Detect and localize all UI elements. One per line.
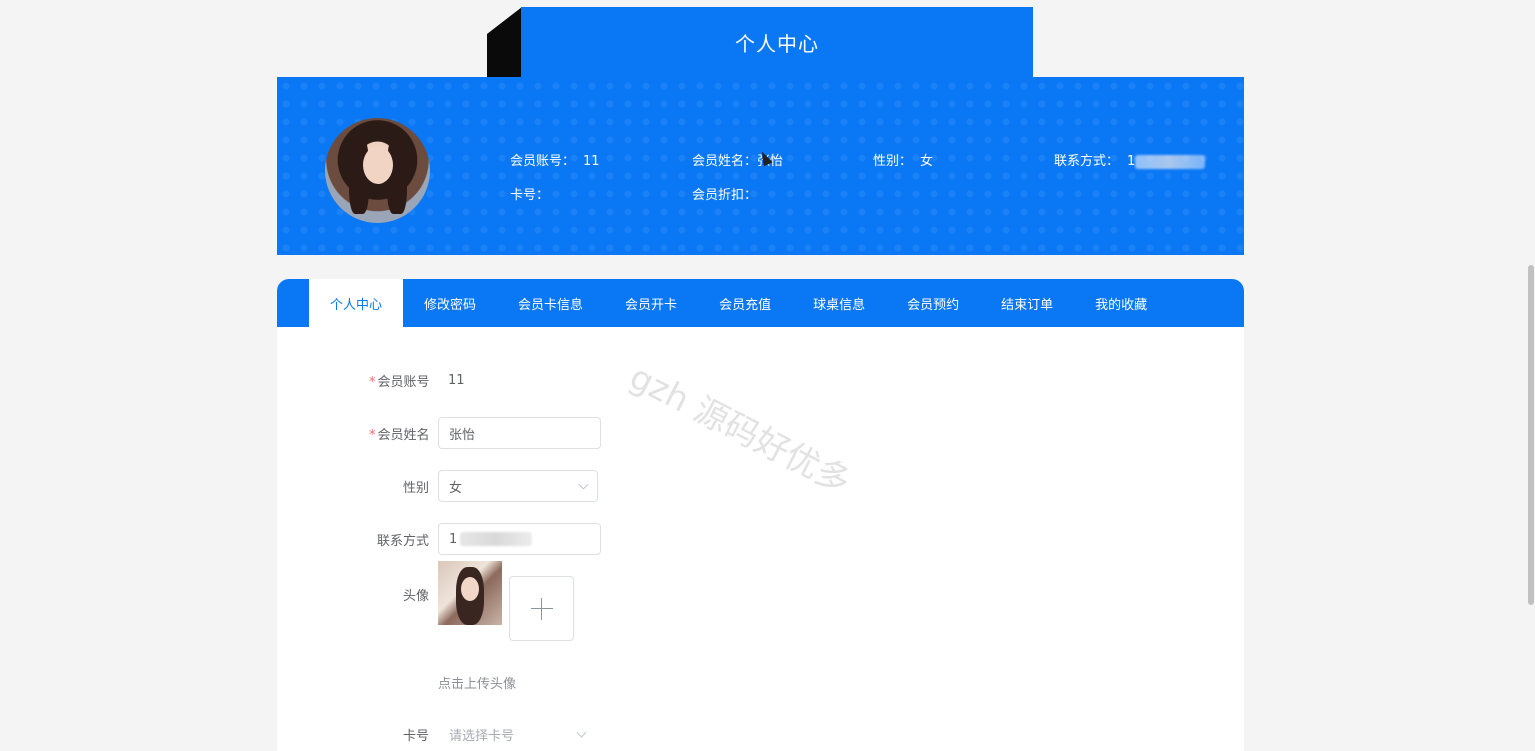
tab-change-password[interactable]: 修改密码 <box>403 279 497 327</box>
account-value: 11 <box>448 372 465 388</box>
tab-reservation[interactable]: 会员预约 <box>886 279 980 327</box>
title-corner-decoration <box>487 7 522 78</box>
form-row-account: * 会员账号 11 <box>277 364 1244 396</box>
form-row-phone: 联系方式 1 <box>277 523 1244 555</box>
page-title-block: 个人中心 <box>487 7 1033 78</box>
tab-end-order[interactable]: 结束订单 <box>980 279 1074 327</box>
summary-discount: 会员折扣： <box>692 188 758 203</box>
summary-account: 会员账号： 11 <box>510 154 600 169</box>
avatar-label: 头像 <box>403 589 430 604</box>
gender-select[interactable]: 女 <box>438 470 598 502</box>
tab-open-card[interactable]: 会员开卡 <box>604 279 698 327</box>
avatar-thumbnail <box>438 561 502 625</box>
tab-table-info[interactable]: 球桌信息 <box>792 279 886 327</box>
phone-label: 联系方式 <box>377 533 430 549</box>
summary-gender: 性别：女 <box>873 154 934 169</box>
chevron-down-icon <box>578 479 589 490</box>
tab-recharge[interactable]: 会员充值 <box>698 279 792 327</box>
tab-favorites[interactable]: 我的收藏 <box>1074 279 1168 327</box>
account-label: * 会员账号 <box>369 374 430 390</box>
form-row-gender: 性别 女 <box>277 470 1244 502</box>
profile-banner: 会员账号： 11 会员姓名：张怡 性别：女 联系方式： 1 卡号： 会员折扣： <box>277 77 1244 255</box>
page-title: 个人中心 <box>521 7 1033 78</box>
tab-profile[interactable]: 个人中心 <box>309 279 404 327</box>
redacted-phone <box>1135 154 1206 169</box>
redacted-phone-field <box>460 532 533 546</box>
name-label: * 会员姓名 <box>369 427 430 443</box>
tab-bar: 个人中心 修改密码 会员卡信息 会员开卡 会员充值 球桌信息 会员预约 结束订单… <box>277 279 1244 327</box>
page-scrollbar[interactable] <box>1528 265 1534 605</box>
summary-card: 卡号： <box>510 188 550 203</box>
card-label: 卡号 <box>403 728 430 744</box>
phone-field[interactable]: 1 <box>438 523 601 555</box>
name-field[interactable]: 张怡 <box>438 417 601 449</box>
avatar <box>325 118 430 223</box>
tab-card-info[interactable]: 会员卡信息 <box>497 279 604 327</box>
card-select[interactable]: 请选择卡号 <box>438 718 596 750</box>
gender-label: 性别 <box>403 480 430 496</box>
summary-phone: 联系方式： 1 <box>1054 150 1206 169</box>
form-row-card: 卡号 请选择卡号 <box>277 718 1244 750</box>
chevron-down-icon <box>576 727 587 738</box>
main-card: 个人中心 修改密码 会员卡信息 会员开卡 会员充值 球桌信息 会员预约 结束订单… <box>277 279 1244 751</box>
upload-tip: 点击上传头像 <box>438 677 517 692</box>
upload-avatar-button[interactable] <box>509 576 574 641</box>
